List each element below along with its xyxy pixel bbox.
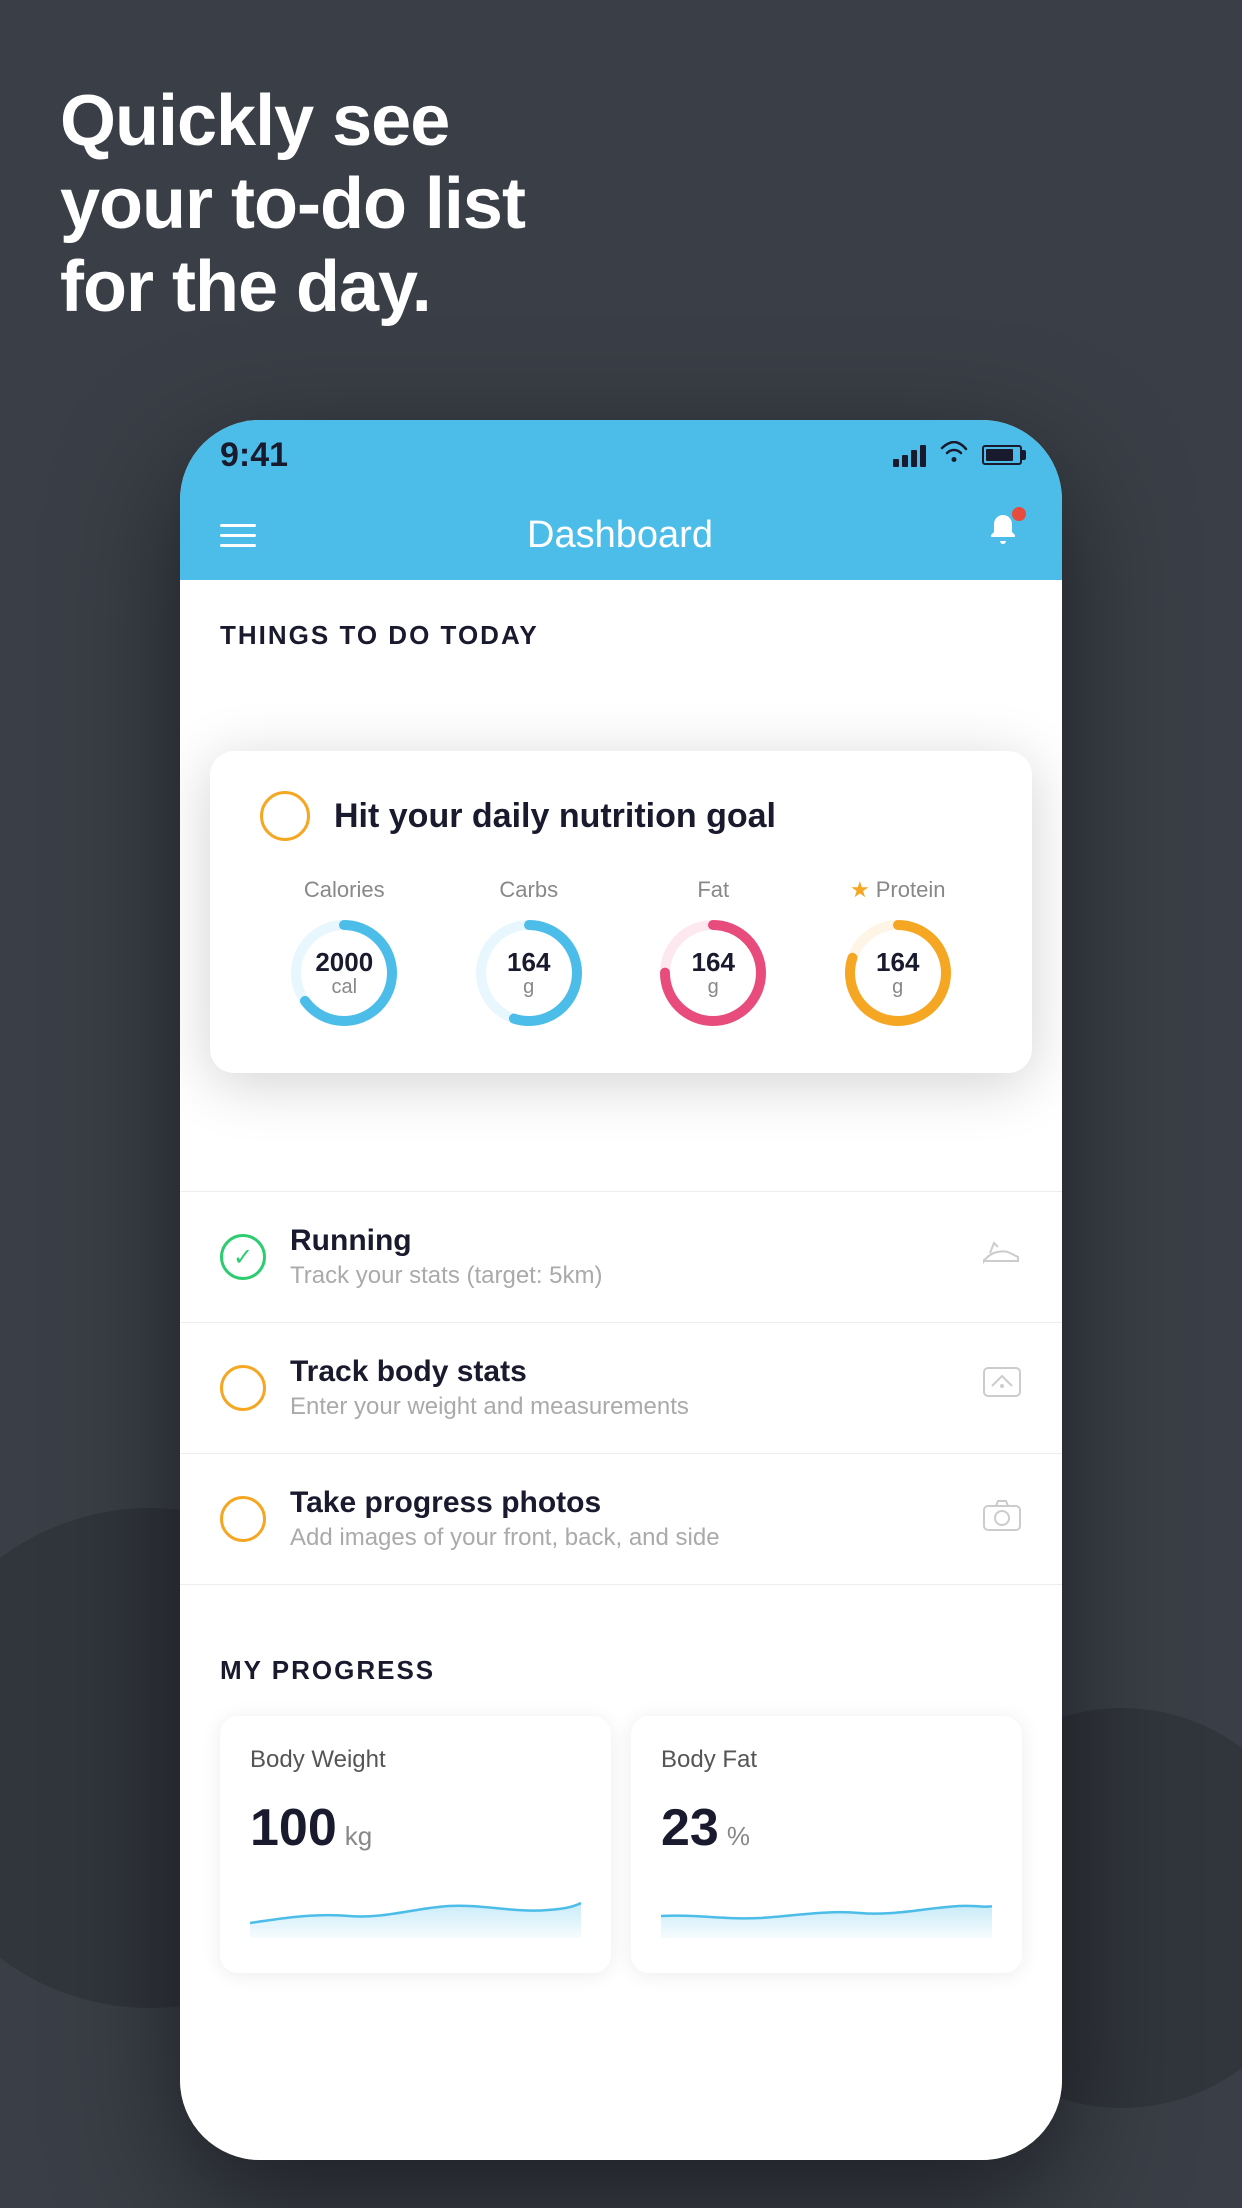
- nav-title: Dashboard: [527, 514, 713, 557]
- body-weight-chart: [250, 1878, 581, 1938]
- protein-unit: g: [876, 976, 919, 999]
- nutrition-goal-card: Hit your daily nutrition goal Calories: [210, 751, 1032, 1073]
- running-subtitle: Track your stats (target: 5km): [290, 1262, 958, 1290]
- body-fat-chart: [661, 1878, 992, 1938]
- calories-donut: 2000 cal: [284, 913, 404, 1033]
- fat-donut: 164 g: [653, 913, 773, 1033]
- photos-check-circle: [220, 1496, 266, 1542]
- macro-calories: Calories 2000 cal: [284, 877, 404, 1033]
- progress-header: MY PROGRESS: [220, 1655, 1022, 1686]
- body-fat-unit: %: [727, 1821, 750, 1852]
- checkmark-icon: ✓: [233, 1243, 253, 1272]
- running-title: Running: [290, 1224, 958, 1258]
- body-stats-check-circle: [220, 1365, 266, 1411]
- hero-line2: your to-do list: [60, 163, 525, 246]
- hamburger-menu[interactable]: [220, 524, 256, 547]
- hero-text: Quickly see your to-do list for the day.: [60, 80, 525, 328]
- photos-subtitle: Add images of your front, back, and side: [290, 1524, 958, 1552]
- body-weight-value-row: 100 kg: [250, 1798, 581, 1858]
- carbs-label: Carbs: [499, 877, 558, 903]
- body-stats-subtitle: Enter your weight and measurements: [290, 1393, 958, 1421]
- body-weight-value: 100: [250, 1798, 337, 1858]
- status-icons: [893, 441, 1022, 469]
- body-fat-value: 23: [661, 1798, 719, 1858]
- phone-frame: 9:41 Dashboard: [180, 420, 1062, 2160]
- body-weight-title: Body Weight: [250, 1746, 581, 1774]
- nav-bar: Dashboard: [180, 490, 1062, 580]
- calories-unit: cal: [315, 976, 373, 999]
- things-to-do-header: THINGS TO DO TODAY: [180, 580, 1062, 671]
- protein-donut: 164 g: [838, 913, 958, 1033]
- signal-icon: [893, 443, 926, 467]
- status-time: 9:41: [220, 436, 288, 475]
- progress-cards: Body Weight 100 kg: [220, 1716, 1022, 1973]
- body-weight-card: Body Weight 100 kg: [220, 1716, 611, 1973]
- nutrition-card-header: Hit your daily nutrition goal: [260, 791, 982, 841]
- battery-icon: [982, 445, 1022, 465]
- macro-carbs: Carbs 164 g: [469, 877, 589, 1033]
- macro-protein: ★ Protein 164 g: [838, 877, 958, 1033]
- carbs-value: 164: [507, 947, 550, 978]
- shoe-icon: [982, 1236, 1022, 1278]
- notification-dot: [1012, 507, 1026, 521]
- hero-line3: for the day.: [60, 246, 525, 329]
- todo-item-running[interactable]: ✓ Running Track your stats (target: 5km): [180, 1192, 1062, 1323]
- fat-unit: g: [692, 976, 735, 999]
- nutrition-check-circle[interactable]: [260, 791, 310, 841]
- star-icon: ★: [850, 877, 870, 903]
- macro-fat: Fat 164 g: [653, 877, 773, 1033]
- carbs-donut: 164 g: [469, 913, 589, 1033]
- photos-title: Take progress photos: [290, 1486, 958, 1520]
- nutrition-card-title: Hit your daily nutrition goal: [334, 797, 776, 836]
- calories-label: Calories: [304, 877, 385, 903]
- todo-item-body-stats[interactable]: Track body stats Enter your weight and m…: [180, 1323, 1062, 1454]
- body-weight-unit: kg: [345, 1821, 372, 1852]
- scale-icon: [982, 1366, 1022, 1411]
- status-bar: 9:41: [180, 420, 1062, 490]
- photos-text: Take progress photos Add images of your …: [290, 1486, 958, 1552]
- camera-icon: [982, 1498, 1022, 1541]
- hero-line1: Quickly see: [60, 80, 525, 163]
- body-fat-card: Body Fat 23 %: [631, 1716, 1022, 1973]
- notification-bell[interactable]: [984, 511, 1022, 559]
- calories-value: 2000: [315, 947, 373, 978]
- running-check-circle: ✓: [220, 1234, 266, 1280]
- running-text: Running Track your stats (target: 5km): [290, 1224, 958, 1290]
- body-stats-title: Track body stats: [290, 1355, 958, 1389]
- todo-item-photos[interactable]: Take progress photos Add images of your …: [180, 1454, 1062, 1585]
- app-content: THINGS TO DO TODAY Hit your daily nutrit…: [180, 580, 1062, 2160]
- carbs-unit: g: [507, 976, 550, 999]
- fat-label: Fat: [697, 877, 729, 903]
- fat-value: 164: [692, 947, 735, 978]
- progress-section: MY PROGRESS Body Weight 100 kg: [180, 1615, 1062, 1973]
- protein-value: 164: [876, 947, 919, 978]
- todo-list: ✓ Running Track your stats (target: 5km): [180, 1191, 1062, 1585]
- body-fat-title: Body Fat: [661, 1746, 992, 1774]
- wifi-icon: [940, 441, 968, 469]
- protein-label: ★ Protein: [850, 877, 945, 903]
- body-fat-value-row: 23 %: [661, 1798, 992, 1858]
- macros-row: Calories 2000 cal: [260, 877, 982, 1033]
- body-stats-text: Track body stats Enter your weight and m…: [290, 1355, 958, 1421]
